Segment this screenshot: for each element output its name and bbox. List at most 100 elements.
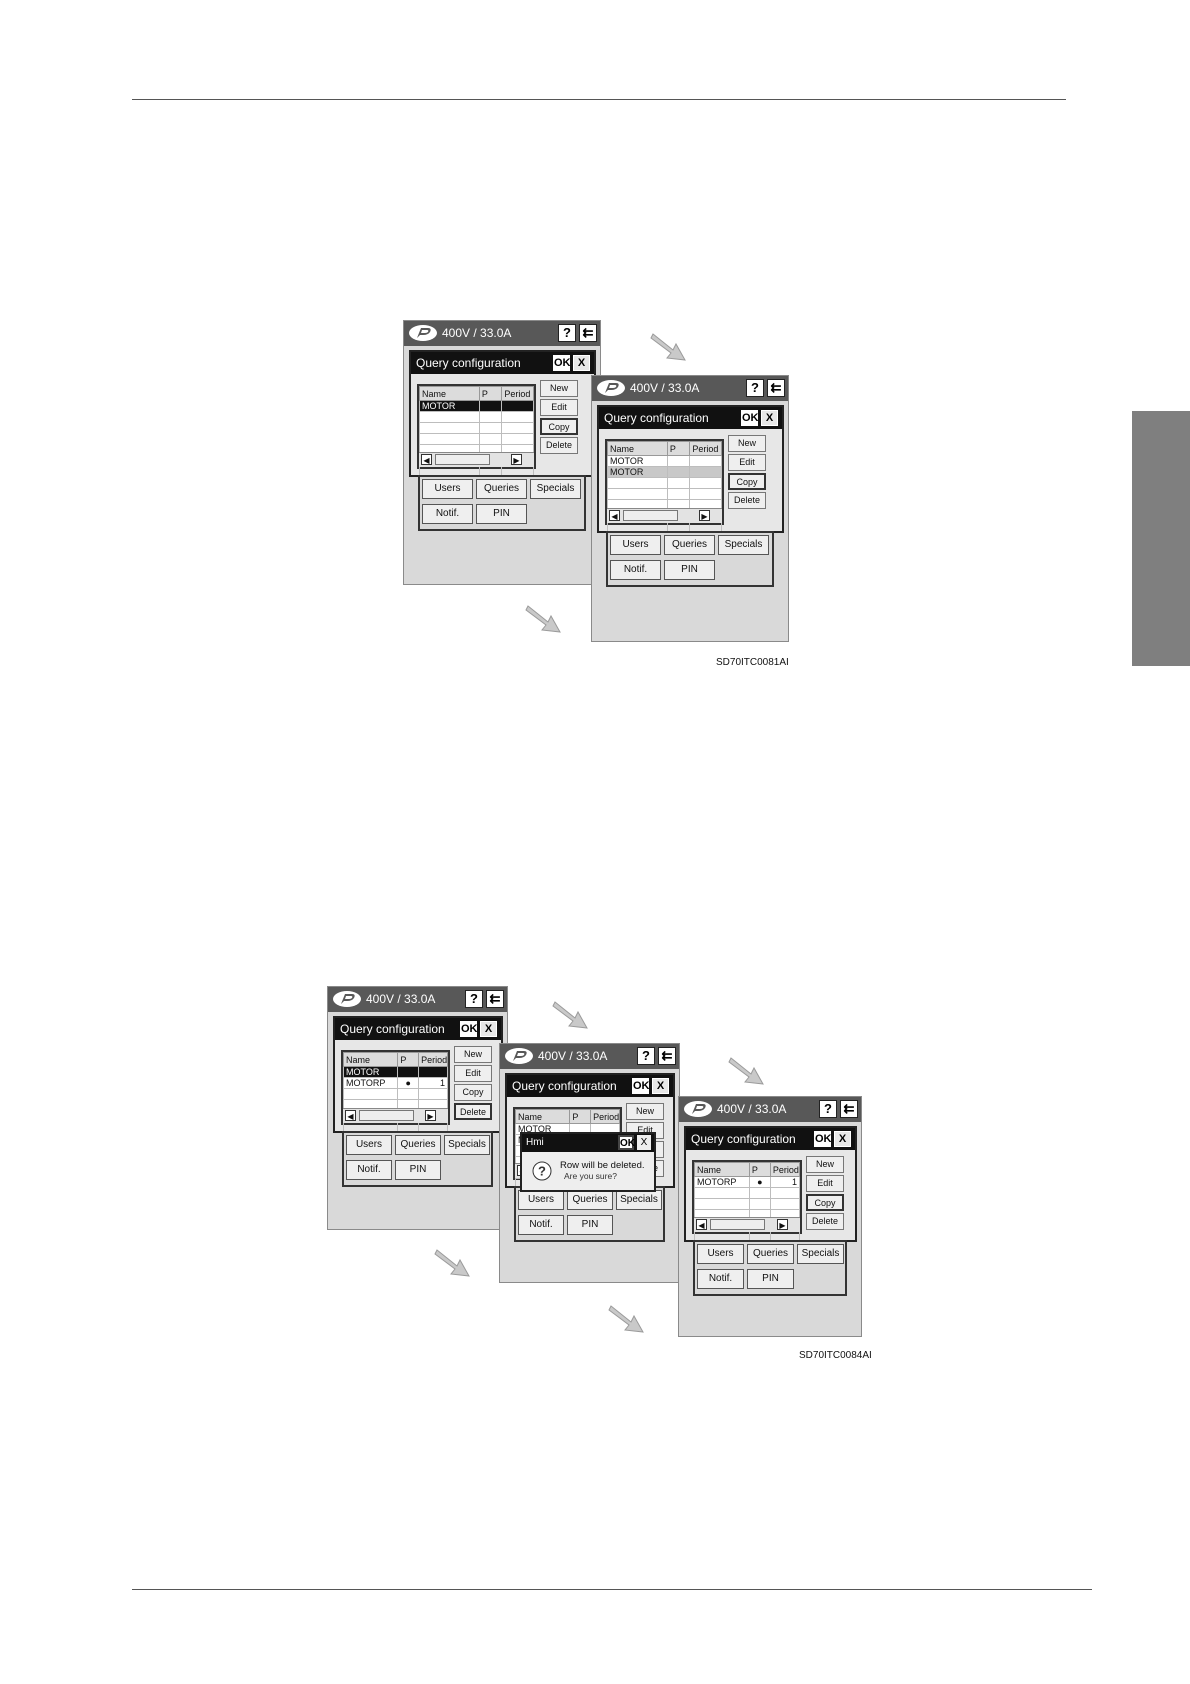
pin-button[interactable]: PIN <box>567 1215 613 1235</box>
ok-button[interactable]: OK <box>553 355 571 371</box>
column-header[interactable]: Period <box>590 1109 620 1124</box>
horizontal-scrollbar[interactable]: ◀▶ <box>607 508 722 523</box>
table-row[interactable] <box>419 433 534 445</box>
column-header[interactable]: P <box>666 441 691 456</box>
new-button[interactable]: New <box>626 1103 664 1120</box>
table-row[interactable]: MOTOR <box>342 1066 448 1078</box>
table-row[interactable] <box>694 1198 801 1210</box>
new-button[interactable]: New <box>728 435 766 452</box>
horizontal-scrollbar[interactable]: ◀▶ <box>419 452 534 467</box>
users-button[interactable]: Users <box>518 1190 564 1210</box>
table-row[interactable] <box>694 1187 801 1199</box>
copy-button[interactable]: Copy <box>806 1194 844 1211</box>
close-button[interactable]: X <box>480 1021 497 1037</box>
edit-button[interactable]: Edit <box>454 1065 492 1082</box>
back-icon[interactable]: ⇇ <box>658 1047 676 1065</box>
copy-button[interactable]: Copy <box>540 418 578 435</box>
column-header[interactable]: P <box>478 386 503 401</box>
scroll-right-icon[interactable]: ▶ <box>777 1219 788 1230</box>
notif-button[interactable]: Notif. <box>610 560 661 580</box>
table-row[interactable] <box>607 488 722 500</box>
scroll-thumb[interactable] <box>623 510 678 521</box>
table-row[interactable]: MOTORP●1 <box>694 1176 801 1188</box>
back-icon[interactable]: ⇇ <box>579 324 597 342</box>
delete-button[interactable]: Delete <box>454 1103 492 1120</box>
queries-button[interactable]: Queries <box>476 479 527 499</box>
horizontal-scrollbar[interactable]: ◀▶ <box>343 1108 448 1123</box>
ok-button[interactable]: OK <box>814 1131 832 1147</box>
copy-button[interactable]: Copy <box>728 473 766 490</box>
scroll-thumb[interactable] <box>710 1219 765 1230</box>
column-header[interactable]: P <box>748 1162 771 1177</box>
edit-button[interactable]: Edit <box>806 1175 844 1192</box>
notif-button[interactable]: Notif. <box>422 504 473 524</box>
new-button[interactable]: New <box>806 1156 844 1173</box>
new-button[interactable]: New <box>540 380 578 397</box>
close-button[interactable]: X <box>573 355 590 371</box>
pin-button[interactable]: PIN <box>476 504 527 524</box>
column-header[interactable]: Period <box>769 1162 801 1177</box>
close-button[interactable]: X <box>761 410 778 426</box>
notif-button[interactable]: Notif. <box>697 1269 744 1289</box>
column-header[interactable]: P <box>569 1109 592 1124</box>
scroll-thumb[interactable] <box>435 454 490 465</box>
edit-button[interactable]: Edit <box>540 399 578 416</box>
help-icon[interactable]: ? <box>746 379 764 397</box>
scroll-left-icon[interactable]: ◀ <box>421 454 432 465</box>
table-row[interactable]: MOTORP●1 <box>342 1077 448 1089</box>
specials-button[interactable]: Specials <box>444 1135 490 1155</box>
scroll-left-icon[interactable]: ◀ <box>696 1219 707 1230</box>
pin-button[interactable]: PIN <box>747 1269 794 1289</box>
table-row[interactable] <box>419 411 534 423</box>
table-row[interactable]: MOTOR <box>419 400 534 412</box>
column-header[interactable]: Period <box>418 1052 448 1067</box>
close-button[interactable]: X <box>834 1131 851 1147</box>
column-header[interactable]: Name <box>694 1162 750 1177</box>
column-header[interactable]: Name <box>514 1109 571 1124</box>
confirm-close-button[interactable]: X <box>637 1135 651 1150</box>
help-icon[interactable]: ? <box>558 324 576 342</box>
ok-button[interactable]: OK <box>632 1078 650 1094</box>
table-row[interactable] <box>342 1088 448 1100</box>
back-icon[interactable]: ⇇ <box>840 1100 858 1118</box>
delete-button[interactable]: Delete <box>728 492 766 509</box>
column-header[interactable]: Name <box>342 1052 399 1067</box>
scroll-right-icon[interactable]: ▶ <box>699 510 710 521</box>
help-icon[interactable]: ? <box>819 1100 837 1118</box>
users-button[interactable]: Users <box>346 1135 392 1155</box>
close-button[interactable]: X <box>652 1078 669 1094</box>
back-icon[interactable]: ⇇ <box>767 379 785 397</box>
pin-button[interactable]: PIN <box>664 560 715 580</box>
delete-button[interactable]: Delete <box>540 437 578 454</box>
scroll-left-icon[interactable]: ◀ <box>609 510 620 521</box>
notif-button[interactable]: Notif. <box>346 1160 392 1180</box>
help-icon[interactable]: ? <box>637 1047 655 1065</box>
column-header[interactable]: Period <box>501 386 534 401</box>
specials-button[interactable]: Specials <box>530 479 581 499</box>
table-row[interactable]: MOTOR <box>607 455 722 467</box>
scroll-right-icon[interactable]: ▶ <box>425 1110 436 1121</box>
horizontal-scrollbar[interactable]: ◀▶ <box>694 1217 800 1232</box>
column-header[interactable]: Period <box>689 441 722 456</box>
table-row[interactable]: MOTOR <box>607 466 722 478</box>
ok-button[interactable]: OK <box>460 1021 478 1037</box>
copy-button[interactable]: Copy <box>454 1084 492 1101</box>
specials-button[interactable]: Specials <box>616 1190 662 1210</box>
specials-button[interactable]: Specials <box>718 535 769 555</box>
confirm-ok-button[interactable]: OK <box>618 1135 635 1150</box>
table-row[interactable] <box>419 422 534 434</box>
users-button[interactable]: Users <box>422 479 473 499</box>
table-row[interactable] <box>607 477 722 489</box>
column-header[interactable]: Name <box>607 441 668 456</box>
back-icon[interactable]: ⇇ <box>486 990 504 1008</box>
new-button[interactable]: New <box>454 1046 492 1063</box>
specials-button[interactable]: Specials <box>797 1244 844 1264</box>
scroll-thumb[interactable] <box>359 1110 414 1121</box>
queries-button[interactable]: Queries <box>567 1190 613 1210</box>
scroll-right-icon[interactable]: ▶ <box>511 454 522 465</box>
users-button[interactable]: Users <box>610 535 661 555</box>
column-header[interactable]: P <box>397 1052 420 1067</box>
queries-button[interactable]: Queries <box>747 1244 794 1264</box>
queries-button[interactable]: Queries <box>395 1135 441 1155</box>
column-header[interactable]: Name <box>419 386 480 401</box>
